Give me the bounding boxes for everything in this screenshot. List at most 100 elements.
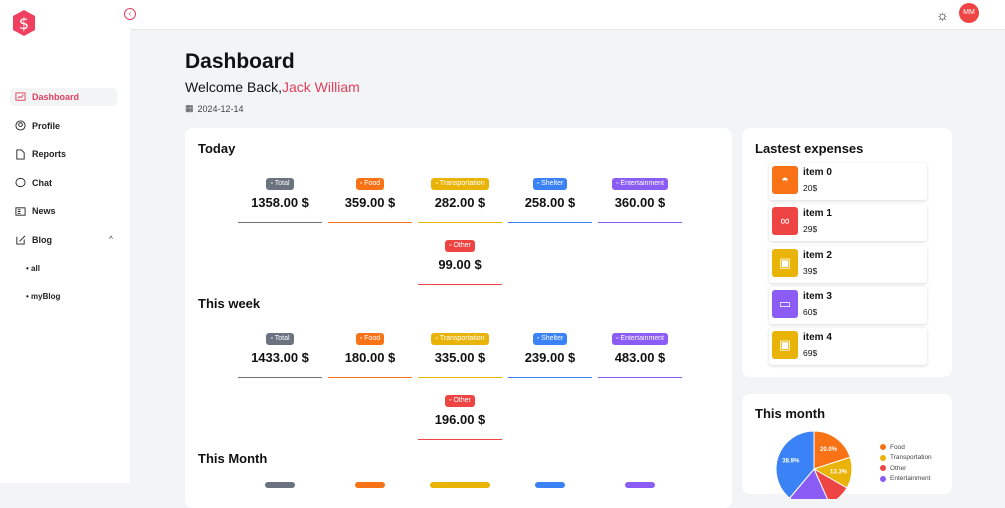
stat-total: ▫ Total 1433.00 $	[238, 327, 322, 378]
stat-transportation: ▫ Transportation 335.00 $	[418, 327, 502, 378]
legend-item[interactable]: Transportation	[880, 453, 932, 464]
stat-amount: 196.00 $	[434, 412, 486, 427]
expense-name: item 4	[803, 332, 832, 344]
stat-badge: ▫ Entertainment	[611, 333, 669, 345]
stat-label: Total	[274, 335, 290, 342]
expense-item[interactable]: ∞ item 1 29$	[769, 204, 927, 242]
stat-entertainment: ▫ Entertainment 360.00 $	[598, 172, 682, 223]
stat-transportation: ▫ Transportation 282.00 $	[418, 172, 502, 223]
stat-amount: 99.00 $	[438, 257, 482, 272]
section-title: This Month	[198, 451, 268, 466]
section-title: Today	[198, 141, 236, 156]
sidebar-item-label: Dashboard	[32, 92, 80, 102]
sidebar-item-news[interactable]: News	[10, 202, 117, 220]
expense-name: item 0	[803, 167, 832, 178]
stat-amount: 282.00 $	[434, 195, 486, 210]
expense-amount: 29$	[803, 224, 818, 235]
avatar[interactable]: MM	[959, 3, 979, 23]
stat-label: Other	[453, 397, 471, 404]
latest-expenses-card: Lastest expenses ◓ item 0 20$ ∞ item 1 29$ ▣ it…	[742, 128, 952, 377]
stat-shelter: ▫ Shelter 239.00 $	[508, 327, 592, 378]
expense-amount: 20$	[803, 183, 818, 193]
expense-item[interactable]: ◓ item 0 20$	[769, 163, 927, 200]
theme-toggle-sun-icon[interactable]: ☼	[936, 7, 949, 23]
stat-underline	[238, 376, 322, 378]
stat-amount: 483.00 $	[614, 350, 666, 365]
stat-other: ▫ Other 196.00 $	[418, 389, 502, 440]
expense-item[interactable]: ▭ item 3 60$	[769, 286, 927, 324]
stat-food: ▫ Food 359.00 $	[328, 172, 412, 223]
sidebar-item-blog[interactable]: Blog ^	[10, 231, 117, 249]
other-icon: ∞	[772, 207, 798, 236]
collapse-sidebar-button[interactable]: ‹	[124, 8, 136, 20]
legend-swatch	[880, 475, 886, 482]
expense-amount: 69$	[803, 348, 818, 359]
welcome-label: Welcome Back,	[185, 79, 282, 95]
calendar-icon: ▦	[185, 103, 194, 113]
section-title: This week	[198, 296, 261, 311]
expense-amount: 60$	[803, 306, 818, 317]
stat-label: Shelter	[541, 335, 564, 342]
stat-amount: 1358.00 $	[251, 195, 309, 210]
page-title: Dashboard	[185, 50, 295, 73]
stat-underline	[508, 376, 592, 378]
stat-badge: ▫ Food	[355, 178, 385, 190]
legend-swatch	[880, 465, 886, 472]
stat-amount: 239.00 $	[524, 350, 576, 365]
stat-total: ▫ Total 1358.00 $	[238, 172, 322, 223]
sidebar-item-chat[interactable]: Chat	[10, 174, 117, 192]
stat-badge: ▫ Shelter	[532, 178, 568, 190]
stat-entertainment: ▫ Entertainment 483.00 $	[598, 327, 682, 378]
sidebar-item-dashboard[interactable]: Dashboard	[10, 88, 117, 106]
sidebar-item-label: Blog	[32, 234, 52, 245]
expense-name: item 2	[803, 249, 832, 261]
chevron-up-icon[interactable]: ^	[109, 236, 113, 243]
bus-icon: ▣	[772, 248, 798, 277]
stat-label: Transportation	[439, 180, 485, 187]
stat-underline	[328, 221, 412, 223]
stat-badge: ▫ Total	[266, 333, 294, 345]
stat-amount: 335.00 $	[434, 350, 486, 365]
monitor-icon: ▭	[772, 289, 798, 318]
expense-name: item 3	[803, 290, 832, 302]
stat-badge: ▫ Shelter	[532, 333, 568, 345]
sidebar-subitem-myblog[interactable]: • myBlog	[10, 288, 117, 306]
sidebar-item-label: Profile	[32, 120, 61, 131]
stat-shelter: ▫ Shelter 258.00 $	[508, 172, 592, 223]
stat-label: Other	[453, 242, 471, 249]
welcome-text: Welcome Back,Jack William	[185, 79, 360, 95]
stat-underline	[238, 221, 322, 223]
dashboard-icon	[15, 91, 26, 101]
sidebar-item-profile[interactable]: Profile	[10, 117, 117, 135]
stat-amount: 360.00 $	[614, 195, 666, 210]
this-month-chart-card: This month 20.0% 13.3% 38.9% Food Transport…	[742, 394, 952, 499]
legend-item[interactable]: Entertainment	[880, 474, 932, 485]
edit-icon	[16, 235, 26, 245]
expense-item[interactable]: ▣ item 4 69$	[769, 328, 927, 366]
expense-item[interactable]: ▣ item 2 39$	[769, 245, 927, 283]
legend-item[interactable]: Other	[880, 463, 932, 474]
sidebar-item-label: News	[32, 206, 56, 216]
sidebar-subitem-all[interactable]: • all	[10, 259, 117, 277]
expense-amount: 39$	[803, 265, 818, 276]
stat-label: Entertainment	[620, 335, 665, 342]
stat-badge: ▫ Transportation	[431, 333, 489, 345]
subitem-label: all	[31, 263, 40, 273]
news-icon	[15, 206, 26, 216]
legend-swatch	[880, 444, 886, 451]
legend-label: Other	[890, 464, 907, 472]
stat-label: Shelter	[541, 180, 564, 187]
stat-badge: ▫ Food	[355, 333, 385, 345]
summary-card: Today ▫ Total 1358.00 $ ▫ Food 359.00 $ ▫ Tra…	[185, 128, 732, 508]
subitem-label: myBlog	[31, 292, 61, 301]
sidebar-item-label: Chat	[32, 177, 52, 188]
logo-icon: $	[13, 10, 35, 36]
stat-underline	[418, 438, 502, 440]
stat-badge: ▫ Transportation	[431, 178, 489, 190]
sidebar-item-reports[interactable]: Reports	[10, 145, 117, 163]
stat-underline	[418, 376, 502, 378]
latest-expenses-title: Lastest expenses	[755, 141, 864, 156]
stat-underline	[598, 221, 682, 223]
reports-icon	[16, 148, 25, 160]
legend-item[interactable]: Food	[880, 442, 932, 453]
